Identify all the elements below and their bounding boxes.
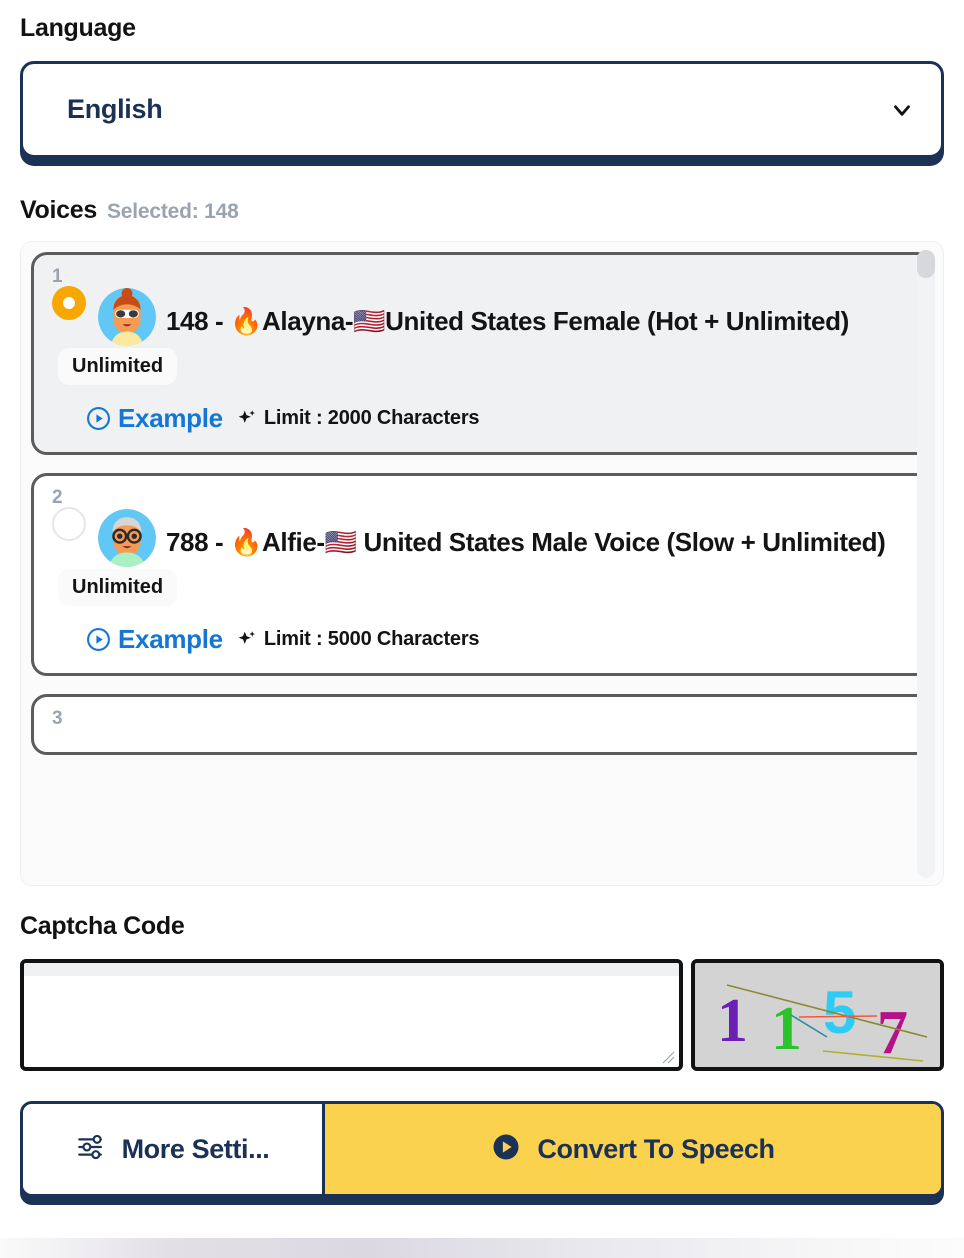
captcha-input[interactable] [24,963,679,1067]
voices-header: Voices Selected: 148 [20,196,944,225]
voice-card-main: 788 - 🔥Alfie-🇺🇸 United States Male Voice… [52,507,912,608]
voice-card[interactable]: 3 [31,694,933,755]
text-to-speech-form: Language English Voices Selected: 148 1 [0,0,964,1258]
sparkle-icon [236,629,257,650]
captcha-label: Captcha Code [20,912,185,940]
captcha-image: 1 1 5 7 [691,959,944,1071]
captcha-section: Captcha Code 1 1 5 7 [20,912,944,1071]
more-settings-label: More Setti... [121,1133,270,1164]
language-select[interactable]: English [20,61,944,158]
voice-card-footer: Example Limit : 5000 Characters [52,624,912,655]
more-settings-button[interactable]: More Setti... [23,1104,325,1194]
captcha-input-topstrip [24,963,679,976]
voice-title: 148 - 🔥Alayna-🇺🇸United States Female (Ho… [166,305,849,336]
voice-card-index: 3 [52,708,63,729]
example-link[interactable]: Example [118,403,223,434]
actions-bar: More Setti... Convert To Speech [20,1101,944,1197]
bottom-strip [0,1238,964,1258]
voices-scrollbar[interactable] [917,250,935,878]
voices-section: Voices Selected: 148 1 148 - 🔥Alayna-🇺🇸U… [20,196,944,886]
svg-text:5: 5 [823,979,856,1046]
captcha-input-wrapper[interactable] [20,959,683,1071]
actions-section: More Setti... Convert To Speech [20,1101,944,1205]
sparkle-icon [236,408,257,429]
voices-label: Voices [20,196,97,224]
avatar [98,509,156,567]
avatar [98,288,156,346]
voices-scrollbar-thumb[interactable] [917,250,935,278]
voice-card-main: 148 - 🔥Alayna-🇺🇸United States Female (Ho… [52,286,912,387]
example-link[interactable]: Example [118,624,223,655]
play-circle-icon[interactable] [86,627,111,652]
voice-card-footer: Example Limit : 2000 Characters [52,403,912,434]
sliders-icon [76,1133,108,1166]
svg-text:1: 1 [771,995,802,1063]
language-section: Language English [20,0,944,166]
captcha-row: 1 1 5 7 [20,959,944,1071]
voice-limit-text: Limit : 5000 Characters [263,628,480,650]
voice-card-index: 1 [52,266,63,287]
play-circle-icon[interactable] [86,406,111,431]
voice-card[interactable]: 2 788 - 🔥Alfie-🇺🇸 United States Male Voi… [31,473,933,676]
svg-text:1: 1 [717,987,748,1055]
play-circle-filled-icon [491,1132,521,1167]
voice-badge: Unlimited [58,569,178,606]
language-select-value: English [67,94,163,124]
language-select-wrapper: English [20,61,944,166]
voice-card-index: 2 [52,487,63,508]
language-label: Language [20,14,136,42]
voice-card[interactable]: 1 148 - 🔥Alayna-🇺🇸United States Female (… [31,252,933,455]
convert-to-speech-label: Convert To Speech [537,1133,775,1164]
voices-list[interactable]: 1 148 - 🔥Alayna-🇺🇸United States Female (… [20,241,944,886]
voice-badge: Unlimited [58,348,178,385]
chevron-down-icon[interactable] [889,97,915,123]
voice-limit-text: Limit : 2000 Characters [263,407,480,429]
voices-selected-count: Selected: 148 [106,200,239,223]
voice-radio-selected[interactable] [52,286,86,320]
voice-radio[interactable] [52,507,86,541]
resize-handle-icon[interactable] [661,1050,675,1064]
voice-title: 788 - 🔥Alfie-🇺🇸 United States Male Voice… [166,526,886,557]
convert-to-speech-button[interactable]: Convert To Speech [325,1104,941,1194]
